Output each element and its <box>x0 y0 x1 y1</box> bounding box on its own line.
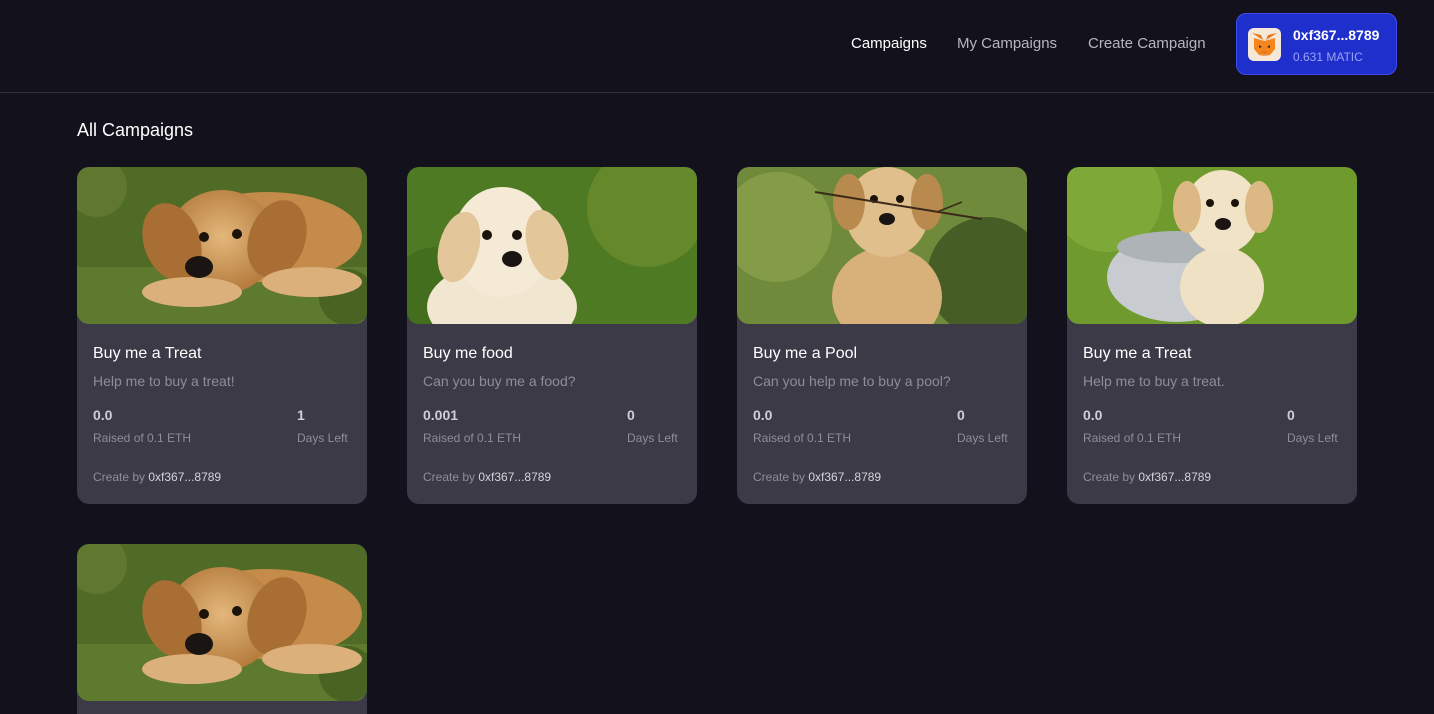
days-left-value: 0 <box>957 407 965 423</box>
raised-label: Raised of 0.1 ETH <box>1083 431 1182 445</box>
raised-amount: 0.0 <box>93 407 113 423</box>
days-left-value: 1 <box>297 407 305 423</box>
campaign-card[interactable] <box>77 544 367 714</box>
campaign-creator: Create by 0xf367...8789 <box>1083 470 1211 484</box>
raised-label: Raised of 0.1 ETH <box>93 431 192 445</box>
campaign-description: Can you help me to buy a pool? <box>753 373 951 389</box>
campaign-card[interactable]: Buy me food Can you buy me a food? 0.001… <box>407 167 697 504</box>
campaign-description: Help me to buy a treat. <box>1083 373 1225 389</box>
campaign-card[interactable]: Buy me a Pool Can you help me to buy a p… <box>737 167 1027 504</box>
creator-prefix: Create by <box>423 470 476 484</box>
days-left-label: Days Left <box>1287 431 1338 445</box>
creator-prefix: Create by <box>1083 470 1136 484</box>
wallet-button[interactable]: 0xf367...8789 0.631 MATIC <box>1236 13 1397 75</box>
creator-address: 0xf367...8789 <box>1138 470 1212 484</box>
campaign-image <box>77 544 367 701</box>
page-title: All Campaigns <box>77 120 194 140</box>
campaign-title: Buy me food <box>423 345 513 362</box>
creator-address: 0xf367...8789 <box>478 470 552 484</box>
campaign-image <box>407 167 697 324</box>
raised-label: Raised of 0.1 ETH <box>423 431 522 445</box>
creator-address: 0xf367...8789 <box>148 470 222 484</box>
creator-address: 0xf367...8789 <box>808 470 882 484</box>
campaign-creator: Create by 0xf367...8789 <box>93 470 221 484</box>
days-left-label: Days Left <box>627 431 678 445</box>
creator-prefix: Create by <box>93 470 146 484</box>
campaign-title: Buy me a Treat <box>93 345 202 362</box>
campaign-creator: Create by 0xf367...8789 <box>753 470 881 484</box>
campaign-title: Buy me a Treat <box>1083 345 1192 362</box>
campaign-image <box>737 167 1027 324</box>
campaign-description: Can you buy me a food? <box>423 373 576 389</box>
nav-campaigns[interactable]: Campaigns <box>851 35 927 52</box>
days-left-label: Days Left <box>957 431 1008 445</box>
creator-prefix: Create by <box>753 470 806 484</box>
campaign-title: Buy me a Pool <box>753 345 858 362</box>
campaign-card[interactable]: Buy me a Treat Help me to buy a treat. 0… <box>1067 167 1357 504</box>
wallet-address: 0xf367...8789 <box>1293 27 1380 43</box>
raised-amount: 0.0 <box>753 407 773 423</box>
campaign-creator: Create by 0xf367...8789 <box>423 470 551 484</box>
campaign-image <box>77 167 367 324</box>
campaign-image <box>1067 167 1357 324</box>
campaign-description: Help me to buy a treat! <box>93 373 235 389</box>
raised-amount: 0.0 <box>1083 407 1103 423</box>
days-left-value: 0 <box>1287 407 1295 423</box>
nav-my-campaigns[interactable]: My Campaigns <box>957 35 1057 52</box>
nav-create-campaign[interactable]: Create Campaign <box>1088 35 1206 52</box>
metamask-fox-icon <box>1248 28 1281 61</box>
raised-amount: 0.001 <box>423 407 459 423</box>
days-left-label: Days Left <box>297 431 348 445</box>
days-left-value: 0 <box>627 407 635 423</box>
wallet-balance: 0.631 MATIC <box>1293 50 1363 64</box>
raised-label: Raised of 0.1 ETH <box>753 431 852 445</box>
top-navbar: Campaigns My Campaigns Create Campaign 0… <box>0 0 1434 93</box>
campaign-card[interactable]: Buy me a Treat Help me to buy a treat! 0… <box>77 167 367 504</box>
